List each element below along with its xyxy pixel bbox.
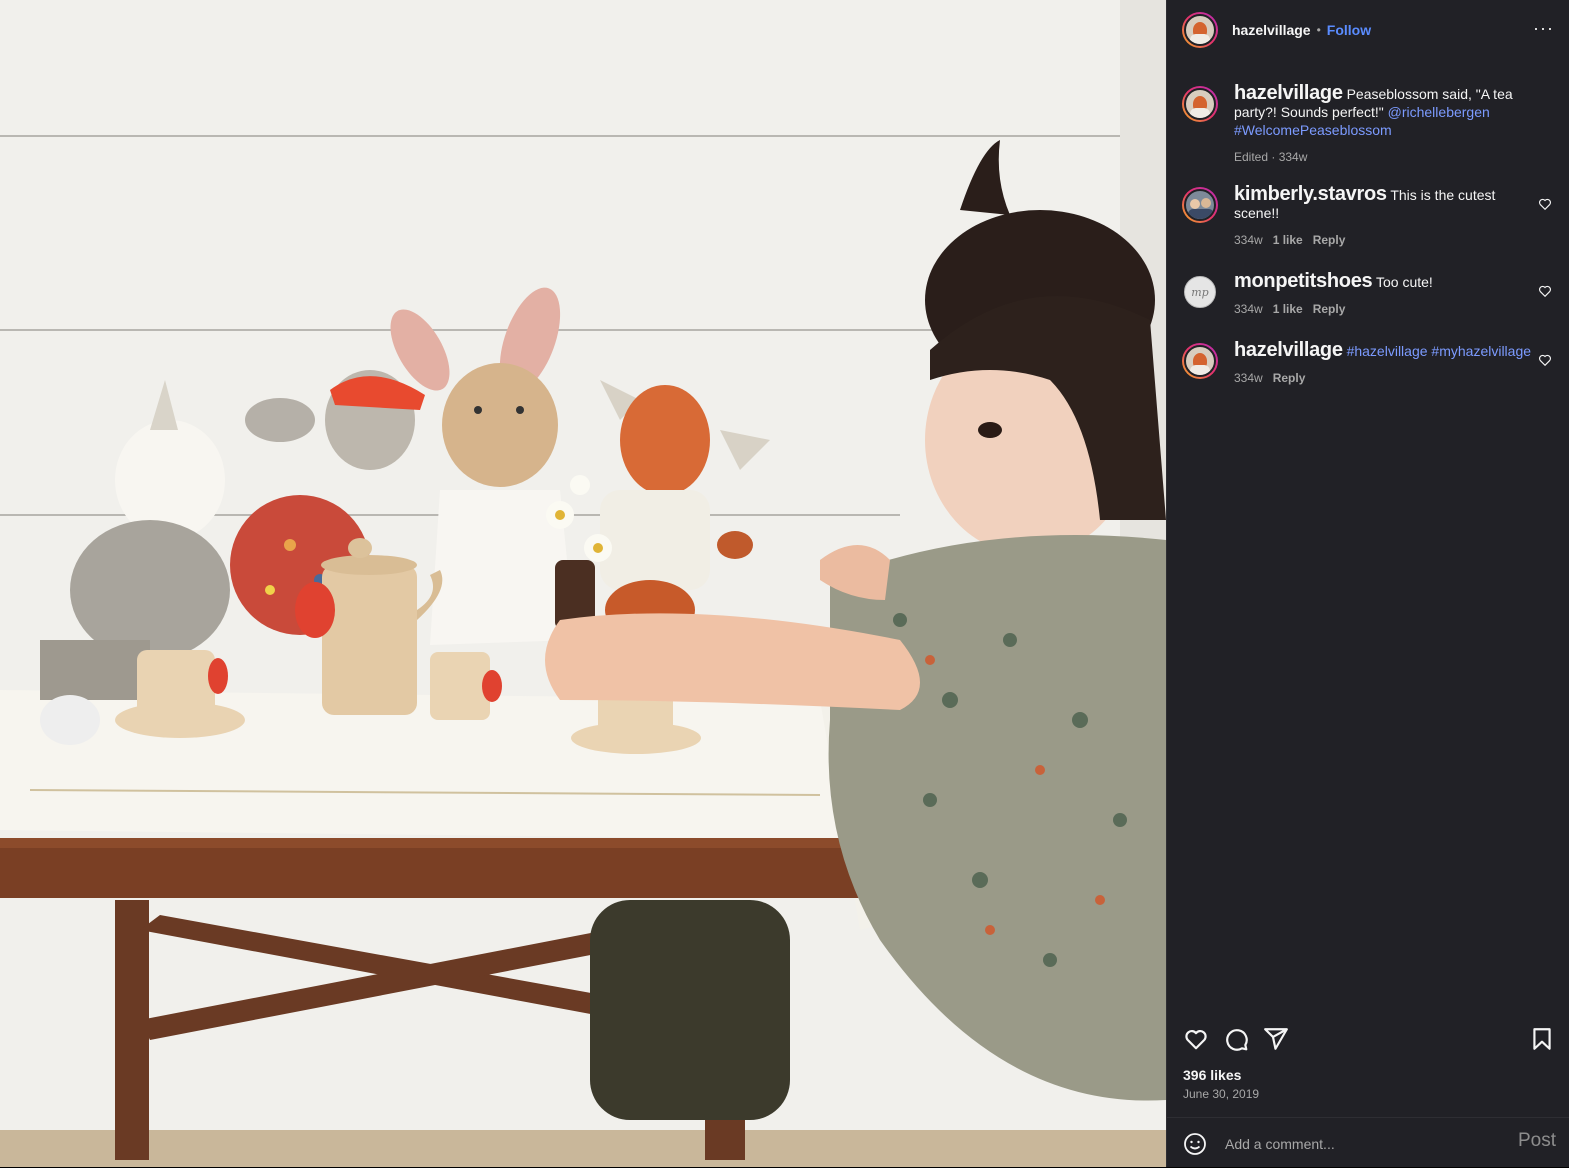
post-header: hazelvillage • Follow ··· [1167,0,1569,60]
caption: hazelvillage Peaseblossom said, "A tea p… [1182,82,1562,166]
avatar-text: mp [1184,276,1216,308]
comment-hashtag[interactable]: #myhazelvillage [1431,343,1531,359]
post-button[interactable]: Post [1518,1130,1556,1152]
post-date: June 30, 2019 [1183,1087,1260,1101]
author-username[interactable]: hazelvillage [1232,22,1311,38]
emoji-icon[interactable] [1183,1132,1207,1156]
caption-mention[interactable]: @richellebergen [1388,104,1490,120]
caption-hashtag[interactable]: #WelcomePeaseblossom [1234,122,1392,138]
comment-input[interactable] [1223,1130,1497,1158]
comment-username[interactable]: monpetitshoes [1234,270,1373,292]
small-heart-icon[interactable] [1538,284,1552,298]
caption-avatar[interactable] [1182,86,1218,122]
author-avatar[interactable] [1182,12,1218,48]
comment: kimberly.stavros This is the cutest scen… [1182,183,1562,249]
reply-button[interactable]: Reply [1313,233,1346,247]
post-sidebar: hazelvillage • Follow ··· hazelvillage P… [1166,0,1569,1167]
post-modal: hazelvillage • Follow ··· hazelvillage P… [0,0,1569,1167]
comment-age: 334w [1234,302,1263,316]
comment-icon[interactable] [1223,1026,1249,1052]
share-icon[interactable] [1263,1026,1289,1052]
caption-meta: Edited · 334w [1234,150,1308,164]
comment: hazelvillage #hazelvillage #myhazelvilla… [1182,339,1562,387]
caption-username[interactable]: hazelvillage [1234,82,1343,104]
follow-button[interactable]: Follow [1327,22,1371,38]
small-heart-icon[interactable] [1538,353,1552,367]
comment-likes[interactable]: 1 like [1273,302,1303,316]
comment-text: Too cute! [1375,274,1433,290]
comment-age: 334w [1234,233,1263,247]
commenter-avatar[interactable] [1182,343,1218,379]
reply-button[interactable]: Reply [1273,371,1306,385]
comment-hashtag[interactable]: #hazelvillage [1347,343,1428,359]
heart-icon[interactable] [1183,1026,1209,1052]
commenter-avatar[interactable]: mp [1182,274,1218,310]
tea-party-photo [0,0,1166,1167]
commenter-avatar[interactable] [1182,187,1218,223]
comment-bar: Post [1167,1117,1569,1168]
comment-age: 334w [1234,371,1263,385]
post-photo[interactable] [0,0,1166,1167]
comment-likes[interactable]: 1 like [1273,233,1303,247]
reply-button[interactable]: Reply [1313,302,1346,316]
header-separator: • [1316,23,1321,37]
comment-username[interactable]: kimberly.stavros [1234,183,1387,205]
action-bar [1167,1022,1569,1056]
more-icon[interactable]: ··· [1533,18,1554,39]
comment-username[interactable]: hazelvillage [1234,339,1343,361]
likes-count[interactable]: 396 likes [1183,1067,1241,1083]
comment: mp monpetitshoes Too cute! 334w 1 like Rep… [1182,270,1562,318]
small-heart-icon[interactable] [1538,197,1552,211]
bookmark-icon[interactable] [1529,1026,1555,1052]
